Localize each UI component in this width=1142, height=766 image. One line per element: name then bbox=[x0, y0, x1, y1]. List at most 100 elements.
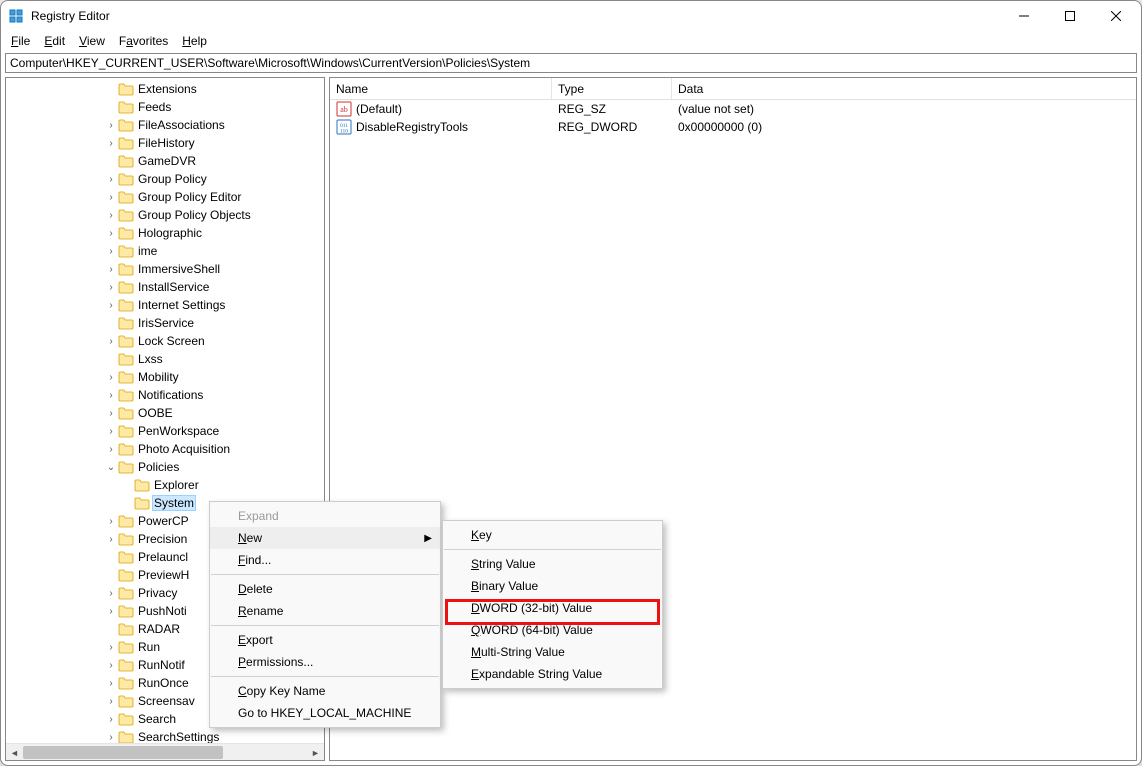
new-multi-string-value[interactable]: Multi-String Value bbox=[443, 641, 662, 663]
tree-item[interactable]: › SearchSettings bbox=[6, 728, 324, 743]
chevron-right-icon[interactable]: › bbox=[104, 534, 118, 545]
chevron-right-icon[interactable]: › bbox=[104, 174, 118, 185]
ctx-copy-key-name[interactable]: Copy Key Name bbox=[210, 680, 440, 702]
chevron-right-icon[interactable]: › bbox=[104, 732, 118, 743]
value-row[interactable]: ab (Default)REG_SZ(value not set) bbox=[330, 100, 1136, 118]
tree-item[interactable]: › PenWorkspace bbox=[6, 422, 324, 440]
regedit-icon bbox=[9, 8, 25, 24]
chevron-right-icon[interactable]: › bbox=[104, 660, 118, 671]
folder-icon bbox=[118, 244, 134, 258]
value-row[interactable]: 011 110 DisableRegistryToolsREG_DWORD0x0… bbox=[330, 118, 1136, 136]
chevron-right-icon[interactable]: › bbox=[104, 642, 118, 653]
new-string-value[interactable]: String Value bbox=[443, 553, 662, 575]
folder-icon bbox=[118, 640, 134, 654]
tree-item[interactable]: Extensions bbox=[6, 80, 324, 98]
chevron-down-icon[interactable]: ⌄ bbox=[104, 462, 118, 473]
chevron-right-icon[interactable]: › bbox=[104, 210, 118, 221]
tree-item[interactable]: › Notifications bbox=[6, 386, 324, 404]
chevron-right-icon[interactable]: › bbox=[104, 336, 118, 347]
ctx-new[interactable]: New▶ bbox=[210, 527, 440, 549]
ctx-delete[interactable]: Delete bbox=[210, 578, 440, 600]
chevron-right-icon[interactable]: › bbox=[104, 426, 118, 437]
tree-item-label: OOBE bbox=[136, 406, 175, 420]
new-dword-value[interactable]: DWORD (32-bit) Value bbox=[443, 597, 662, 619]
column-type[interactable]: Type bbox=[552, 78, 672, 99]
tree-item[interactable]: › FileAssociations bbox=[6, 116, 324, 134]
menu-file[interactable]: File bbox=[5, 33, 36, 49]
ctx-export[interactable]: Export bbox=[210, 629, 440, 651]
value-type: REG_SZ bbox=[552, 102, 672, 116]
tree-item[interactable]: Explorer bbox=[6, 476, 324, 494]
minimize-button[interactable] bbox=[1001, 1, 1047, 31]
chevron-right-icon[interactable]: › bbox=[104, 390, 118, 401]
chevron-right-icon[interactable]: › bbox=[104, 588, 118, 599]
tree-item-label: Feeds bbox=[136, 100, 173, 114]
column-data[interactable]: Data bbox=[672, 78, 1136, 99]
tree-item-label: Group Policy bbox=[136, 172, 209, 186]
menu-view[interactable]: View bbox=[73, 33, 111, 49]
tree-item-label: Screensav bbox=[136, 694, 197, 708]
tree-item[interactable]: › Photo Acquisition bbox=[6, 440, 324, 458]
chevron-right-icon[interactable]: › bbox=[104, 714, 118, 725]
tree-item-label: Notifications bbox=[136, 388, 205, 402]
tree-item[interactable]: › Mobility bbox=[6, 368, 324, 386]
tree-item[interactable]: Feeds bbox=[6, 98, 324, 116]
new-binary-value[interactable]: Binary Value bbox=[443, 575, 662, 597]
tree-item[interactable]: › ImmersiveShell bbox=[6, 260, 324, 278]
folder-icon bbox=[118, 586, 134, 600]
tree-item-label: Internet Settings bbox=[136, 298, 227, 312]
chevron-right-icon[interactable]: › bbox=[104, 606, 118, 617]
tree-item[interactable]: › Group Policy Objects bbox=[6, 206, 324, 224]
tree-item[interactable]: › FileHistory bbox=[6, 134, 324, 152]
tree-item[interactable]: › Internet Settings bbox=[6, 296, 324, 314]
chevron-right-icon[interactable]: › bbox=[104, 264, 118, 275]
tree-item[interactable]: › Holographic bbox=[6, 224, 324, 242]
ctx-rename[interactable]: Rename bbox=[210, 600, 440, 622]
column-name[interactable]: Name bbox=[330, 78, 552, 99]
tree-item[interactable]: › Group Policy Editor bbox=[6, 188, 324, 206]
tree-item[interactable]: IrisService bbox=[6, 314, 324, 332]
chevron-right-icon[interactable]: › bbox=[104, 120, 118, 131]
tree-item-label: Lock Screen bbox=[136, 334, 207, 348]
chevron-right-icon[interactable]: › bbox=[104, 696, 118, 707]
tree-item[interactable]: › Lock Screen bbox=[6, 332, 324, 350]
svg-text:ab: ab bbox=[340, 105, 348, 114]
tree-item[interactable]: GameDVR bbox=[6, 152, 324, 170]
chevron-right-icon[interactable]: › bbox=[104, 282, 118, 293]
tree-item[interactable]: › ime bbox=[6, 242, 324, 260]
chevron-right-icon[interactable]: › bbox=[104, 678, 118, 689]
tree-item[interactable]: › Group Policy bbox=[6, 170, 324, 188]
value-data: (value not set) bbox=[672, 102, 1136, 116]
folder-icon bbox=[118, 262, 134, 276]
tree-horizontal-scrollbar[interactable]: ◄ ► bbox=[6, 743, 324, 760]
folder-icon bbox=[118, 316, 134, 330]
chevron-right-icon[interactable]: › bbox=[104, 246, 118, 257]
chevron-right-icon[interactable]: › bbox=[104, 408, 118, 419]
chevron-right-icon[interactable]: › bbox=[104, 372, 118, 383]
tree-item[interactable]: Lxss bbox=[6, 350, 324, 368]
close-button[interactable] bbox=[1093, 1, 1139, 31]
chevron-right-icon[interactable]: › bbox=[104, 444, 118, 455]
menu-help[interactable]: Help bbox=[176, 33, 213, 49]
tree-item[interactable]: › OOBE bbox=[6, 404, 324, 422]
menu-favorites[interactable]: Favorites bbox=[113, 33, 174, 49]
new-expandable-string-value[interactable]: Expandable String Value bbox=[443, 663, 662, 685]
new-key[interactable]: Key bbox=[443, 524, 662, 546]
ctx-expand[interactable]: Expand bbox=[210, 505, 440, 527]
chevron-right-icon[interactable]: › bbox=[104, 300, 118, 311]
tree-item[interactable]: › InstallService bbox=[6, 278, 324, 296]
menu-edit[interactable]: Edit bbox=[38, 33, 71, 49]
tree-item-label: RADAR bbox=[136, 622, 182, 636]
maximize-button[interactable] bbox=[1047, 1, 1093, 31]
ctx-find[interactable]: Find... bbox=[210, 549, 440, 571]
tree-item-label: Precision bbox=[136, 532, 189, 546]
chevron-right-icon[interactable]: › bbox=[104, 192, 118, 203]
chevron-right-icon[interactable]: › bbox=[104, 138, 118, 149]
ctx-goto-hklm[interactable]: Go to HKEY_LOCAL_MACHINE bbox=[210, 702, 440, 724]
chevron-right-icon[interactable]: › bbox=[104, 228, 118, 239]
chevron-right-icon[interactable]: › bbox=[104, 516, 118, 527]
tree-item[interactable]: ⌄ Policies bbox=[6, 458, 324, 476]
address-bar[interactable]: Computer\HKEY_CURRENT_USER\Software\Micr… bbox=[5, 53, 1137, 73]
ctx-permissions[interactable]: Permissions... bbox=[210, 651, 440, 673]
new-qword-value[interactable]: QWORD (64-bit) Value bbox=[443, 619, 662, 641]
